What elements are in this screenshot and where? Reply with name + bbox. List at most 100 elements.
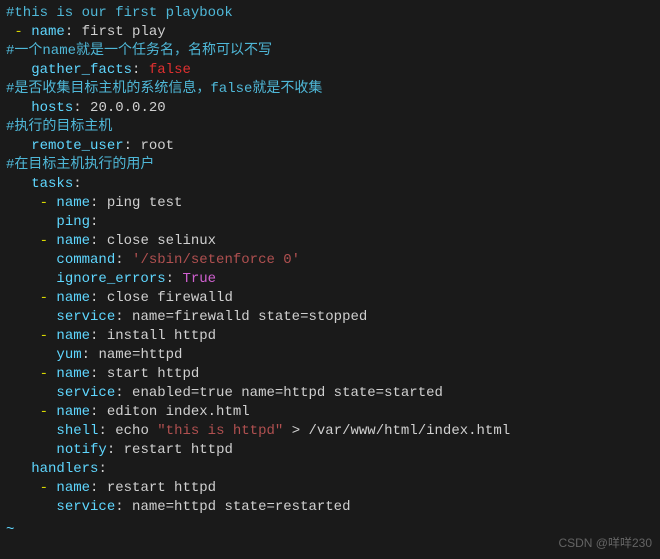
code-token: - [40,195,48,211]
code-token: : [166,271,174,287]
code-token: shell [56,423,98,439]
code-token [6,499,56,515]
code-token: name=httpd state=restarted [124,499,351,515]
code-token: restart httpd [98,480,216,496]
code-token: notify [56,442,106,458]
code-line: #是否收集目标主机的系统信息，false就是不收集 [6,80,654,99]
code-token: #一个name就是一个任务名，名称可以不写 [6,43,272,59]
code-line: service: enabled=true name=httpd state=s… [6,384,654,403]
code-token [6,480,40,496]
code-token [6,290,40,306]
code-token: : [98,423,106,439]
code-line: #this is our first playbook [6,4,654,23]
code-token [6,214,56,230]
code-line: handlers: [6,460,654,479]
code-token: 20.0.0.20 [82,100,166,116]
code-token: handlers [31,461,98,477]
code-token: : [73,100,81,116]
code-token: editon index.html [98,404,249,420]
code-token: install httpd [98,328,216,344]
code-token: service [56,385,115,401]
code-token: close selinux [98,233,216,249]
code-token: - [40,366,48,382]
code-line: remote_user: root [6,137,654,156]
code-token: #this is our first playbook [6,5,233,21]
code-token: name [56,328,90,344]
code-token: - [40,480,48,496]
code-line: - name: restart httpd [6,479,654,498]
code-token: command [56,252,115,268]
code-token [6,309,56,325]
code-token [6,404,40,420]
code-token [6,385,56,401]
code-token: "this is httpd" [157,423,283,439]
code-token: : [90,214,98,230]
code-token: #是否收集目标主机的系统信息，false就是不收集 [6,81,322,97]
code-token: : [98,461,106,477]
code-line: #在目标主机执行的用户 [6,156,654,175]
code-token [6,176,31,192]
code-line: - name: first play [6,23,654,42]
code-token: close firewalld [98,290,232,306]
code-token: - [40,233,48,249]
code-token: tasks [31,176,73,192]
code-line: shell: echo "this is httpd" > /var/www/h… [6,422,654,441]
code-token [6,347,56,363]
code-token: enabled=true name=httpd state=started [124,385,443,401]
code-token: ping [56,214,90,230]
code-token [6,233,40,249]
code-token: first play [73,24,165,40]
code-token [6,195,40,211]
code-token: hosts [31,100,73,116]
code-token: name [56,233,90,249]
code-token: name [56,290,90,306]
code-token: #执行的目标主机 [6,119,112,135]
code-line: gather_facts: false [6,61,654,80]
code-token [6,423,56,439]
code-token: root [132,138,174,154]
code-token: > /var/www/html/index.html [283,423,510,439]
code-token: start httpd [98,366,199,382]
code-line: - name: start httpd [6,365,654,384]
code-line: ping: [6,213,654,232]
code-line: - name: install httpd [6,327,654,346]
code-token: gather_facts [31,62,132,78]
code-token [6,252,56,268]
code-token: : [115,499,123,515]
code-token: : [107,442,115,458]
code-token [124,252,132,268]
code-token: name [56,480,90,496]
code-token: yum [56,347,81,363]
code-token: : [115,309,123,325]
code-line: #一个name就是一个任务名，名称可以不写 [6,42,654,61]
code-token: name=httpd [90,347,182,363]
code-token [6,366,40,382]
code-token: name [56,366,90,382]
code-line: hosts: 20.0.0.20 [6,99,654,118]
code-line: ignore_errors: True [6,270,654,289]
code-token: - [40,290,48,306]
code-token: : [73,176,81,192]
code-token: - [40,328,48,344]
code-token: : [115,252,123,268]
code-token: : [124,138,132,154]
code-token: - [14,24,22,40]
code-token [6,138,31,154]
code-line: - name: ping test [6,194,654,213]
code-token: ignore_errors [56,271,165,287]
code-token: name [31,24,65,40]
code-line: service: name=firewalld state=stopped [6,308,654,327]
code-line: tasks: [6,175,654,194]
code-line: yum: name=httpd [6,346,654,365]
code-token: echo [107,423,157,439]
code-token: service [56,309,115,325]
code-line: #执行的目标主机 [6,118,654,137]
code-token: '/sbin/setenforce 0' [132,252,300,268]
code-line: - name: close selinux [6,232,654,251]
code-token [23,24,31,40]
code-line: notify: restart httpd [6,441,654,460]
code-line: - name: close firewalld [6,289,654,308]
code-token [6,328,40,344]
code-token: ping test [98,195,182,211]
code-token [6,271,56,287]
